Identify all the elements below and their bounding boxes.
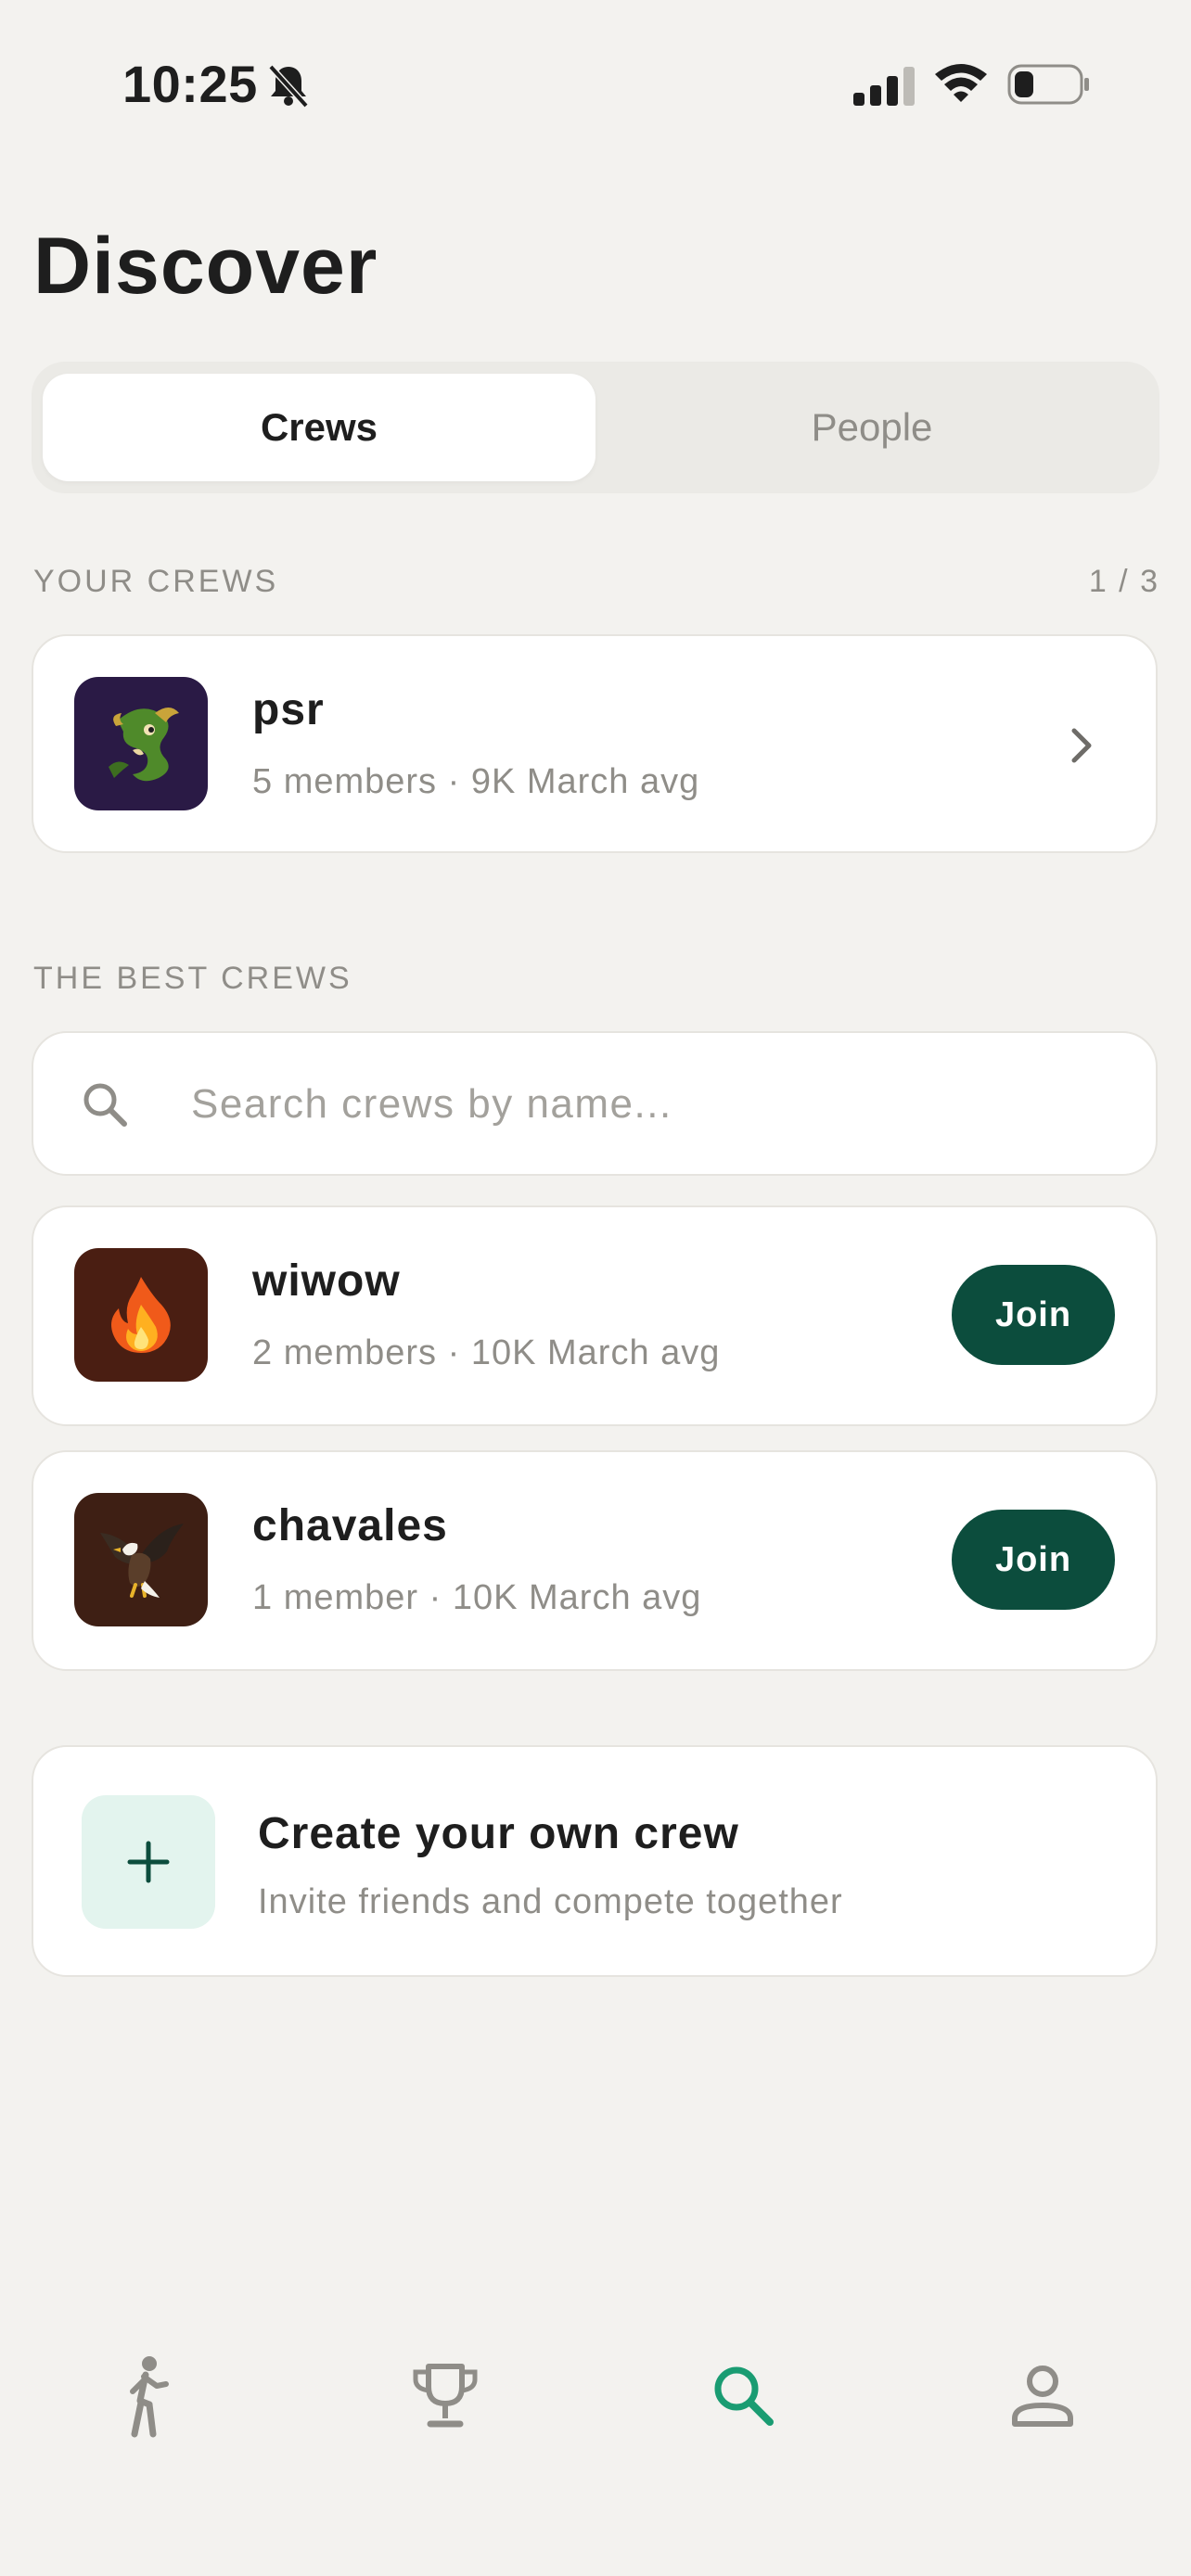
fire-icon	[111, 1277, 171, 1353]
tab-activity[interactable]	[93, 2340, 204, 2452]
wifi-icon	[935, 64, 987, 102]
crew-meta: 1 member · 10K March avg	[252, 1578, 702, 1617]
tab-profile[interactable]	[987, 2340, 1098, 2452]
bottom-tab-bar	[0, 2281, 1191, 2576]
crew-name: chavales	[252, 1501, 448, 1550]
plus-icon	[127, 1841, 170, 1883]
search-icon	[714, 2366, 774, 2426]
profile-icon	[1012, 2366, 1073, 2427]
join-button[interactable]: Join	[952, 1510, 1115, 1610]
walking-icon	[130, 2356, 169, 2438]
cellular-signal-icon	[853, 67, 915, 106]
eagle-icon	[100, 1524, 184, 1598]
segmented-control: Crews People	[32, 362, 1159, 493]
search-icon	[83, 1083, 127, 1127]
crew-name: wiwow	[252, 1256, 401, 1306]
my-crew-card[interactable]: psr 5 members · 9K March avg	[32, 634, 1158, 853]
join-button[interactable]: Join	[952, 1265, 1115, 1365]
crew-search-input[interactable]	[189, 1066, 1102, 1142]
crew-count: 1 / 3	[1088, 564, 1159, 599]
crew-avatar	[74, 1493, 208, 1626]
crew-card-wiwow[interactable]: wiwow 2 members · 10K March avg Join	[32, 1205, 1158, 1426]
crew-meta: 2 members · 10K March avg	[252, 1333, 721, 1372]
crew-avatar	[74, 1248, 208, 1382]
crew-search-box[interactable]	[32, 1031, 1158, 1176]
page-title: Discover	[33, 222, 378, 311]
crew-name: psr	[252, 685, 325, 734]
silent-bell-icon	[268, 64, 309, 108]
status-time: 10:25	[122, 55, 258, 113]
crew-card-chavales[interactable]: chavales 1 member · 10K March avg Join	[32, 1450, 1158, 1671]
battery-icon	[1007, 64, 1089, 105]
status-bar: 10:25	[0, 0, 1191, 167]
tab-discover[interactable]	[688, 2340, 800, 2452]
your-crews-heading: YOUR CREWS	[33, 564, 279, 599]
create-crew-subtitle: Invite friends and compete together	[258, 1882, 843, 1921]
trophy-icon	[413, 2364, 478, 2428]
chevron-right-icon	[1071, 728, 1092, 763]
crew-meta: 5 members · 9K March avg	[252, 762, 700, 801]
best-crews-heading: THE BEST CREWS	[33, 961, 352, 996]
create-crew-plus	[82, 1795, 215, 1929]
tab-people[interactable]: People	[596, 374, 1148, 481]
tab-leaderboard[interactable]	[390, 2340, 501, 2452]
dragon-icon	[109, 708, 179, 782]
create-crew-title: Create your own crew	[258, 1809, 739, 1858]
crew-avatar	[74, 677, 208, 810]
tab-crews[interactable]: Crews	[43, 374, 596, 481]
create-crew-card[interactable]: Create your own crew Invite friends and …	[32, 1745, 1158, 1977]
